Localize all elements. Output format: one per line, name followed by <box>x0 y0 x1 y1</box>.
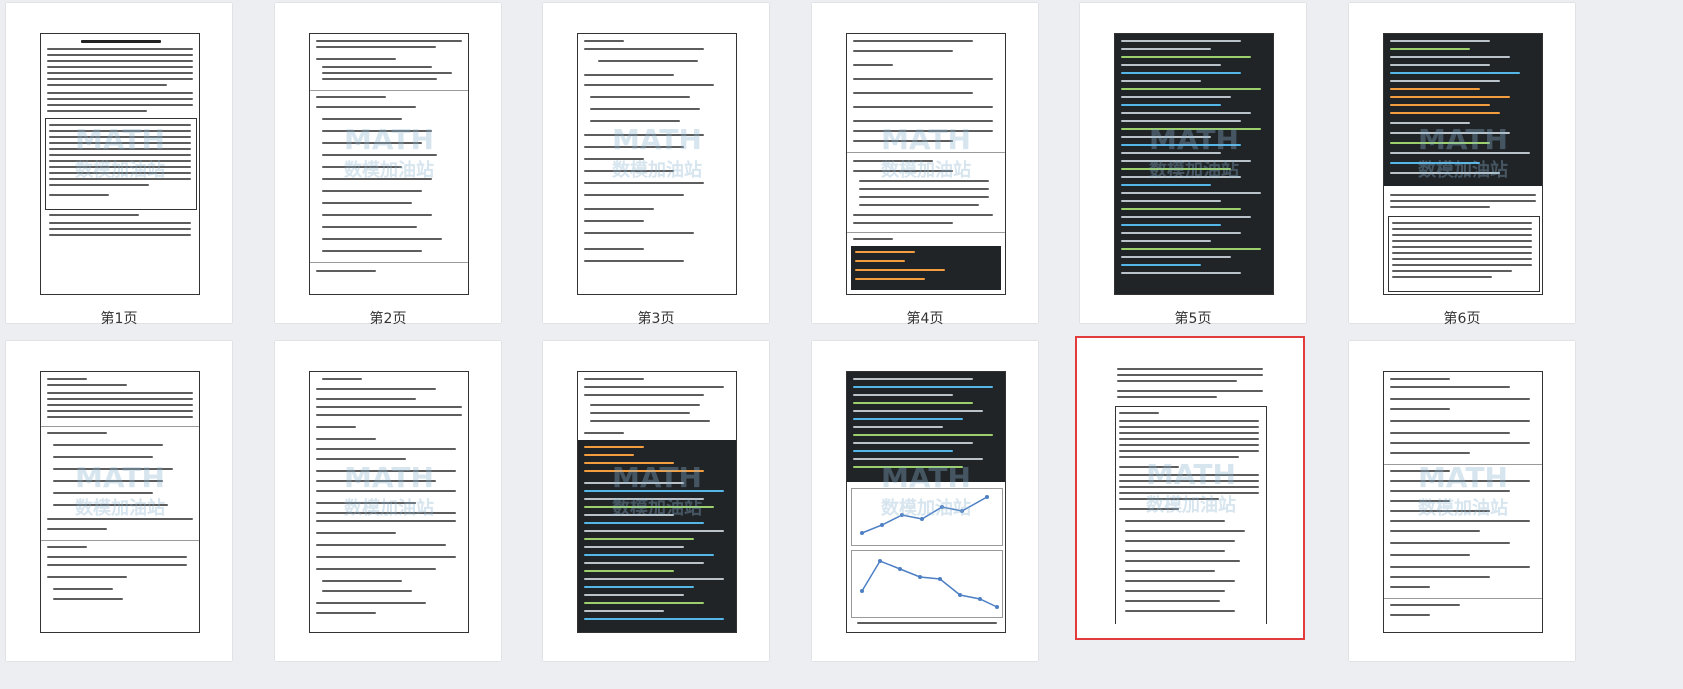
page-thumbnail-12[interactable]: MATH 数模加油站 <box>1349 341 1575 661</box>
page-label-1: 第1页 <box>100 311 138 327</box>
watermark: MATH 数模加油站 <box>1146 458 1236 516</box>
line-chart-thumbnail <box>851 550 1003 618</box>
page-label-2: 第2页 <box>369 311 407 327</box>
watermark: MATH 数模加油站 <box>75 461 165 519</box>
watermark: MATH 数模加油站 <box>612 123 702 181</box>
page-thumbnail-7[interactable]: MATH 数模加油站 <box>6 341 232 661</box>
page-thumbnail-11[interactable]: MATH 数模加油站 <box>1075 336 1305 640</box>
page-thumbnail-9[interactable]: MATH 数模加油站 <box>543 341 769 661</box>
watermark: MATH 数模加油站 <box>1418 461 1508 519</box>
watermark: MATH 数模加油站 <box>881 123 971 181</box>
page-thumbnail-3[interactable]: MATH 数模加油站 <box>543 3 769 323</box>
page-thumbnail-8[interactable]: MATH 数模加油站 <box>275 341 501 661</box>
watermark: MATH 数模加油站 <box>344 123 434 181</box>
page-thumbnail-1[interactable]: MATH 数模加油站 <box>6 3 232 323</box>
page-label-6: 第6页 <box>1443 311 1481 327</box>
page-thumbnail-grid: MATH 数模加油站 第1页 MATH 数模加油站 第2页 MATH 数模加油站… <box>0 0 1683 689</box>
page-thumbnail-4[interactable]: MATH 数模加油站 <box>812 3 1038 323</box>
watermark: MATH 数模加油站 <box>1418 123 1508 181</box>
page-thumbnail-10[interactable]: MATH 数模加油站 <box>812 341 1038 661</box>
page-thumbnail-5[interactable]: MATH 数模加油站 <box>1080 3 1306 323</box>
line-chart-svg <box>860 559 999 609</box>
page-label-4: 第4页 <box>906 311 944 327</box>
watermark: MATH 数模加油站 <box>75 123 165 181</box>
watermark: MATH 数模加油站 <box>612 461 702 519</box>
page-label-3: 第3页 <box>637 311 675 327</box>
watermark: MATH 数模加油站 <box>344 461 434 519</box>
page-label-5: 第5页 <box>1174 311 1212 327</box>
page-thumbnail-6[interactable]: MATH 数模加油站 <box>1349 3 1575 323</box>
watermark: MATH 数模加油站 <box>881 461 971 519</box>
page-thumbnail-2[interactable]: MATH 数模加油站 <box>275 3 501 323</box>
watermark: MATH 数模加油站 <box>1149 123 1239 181</box>
